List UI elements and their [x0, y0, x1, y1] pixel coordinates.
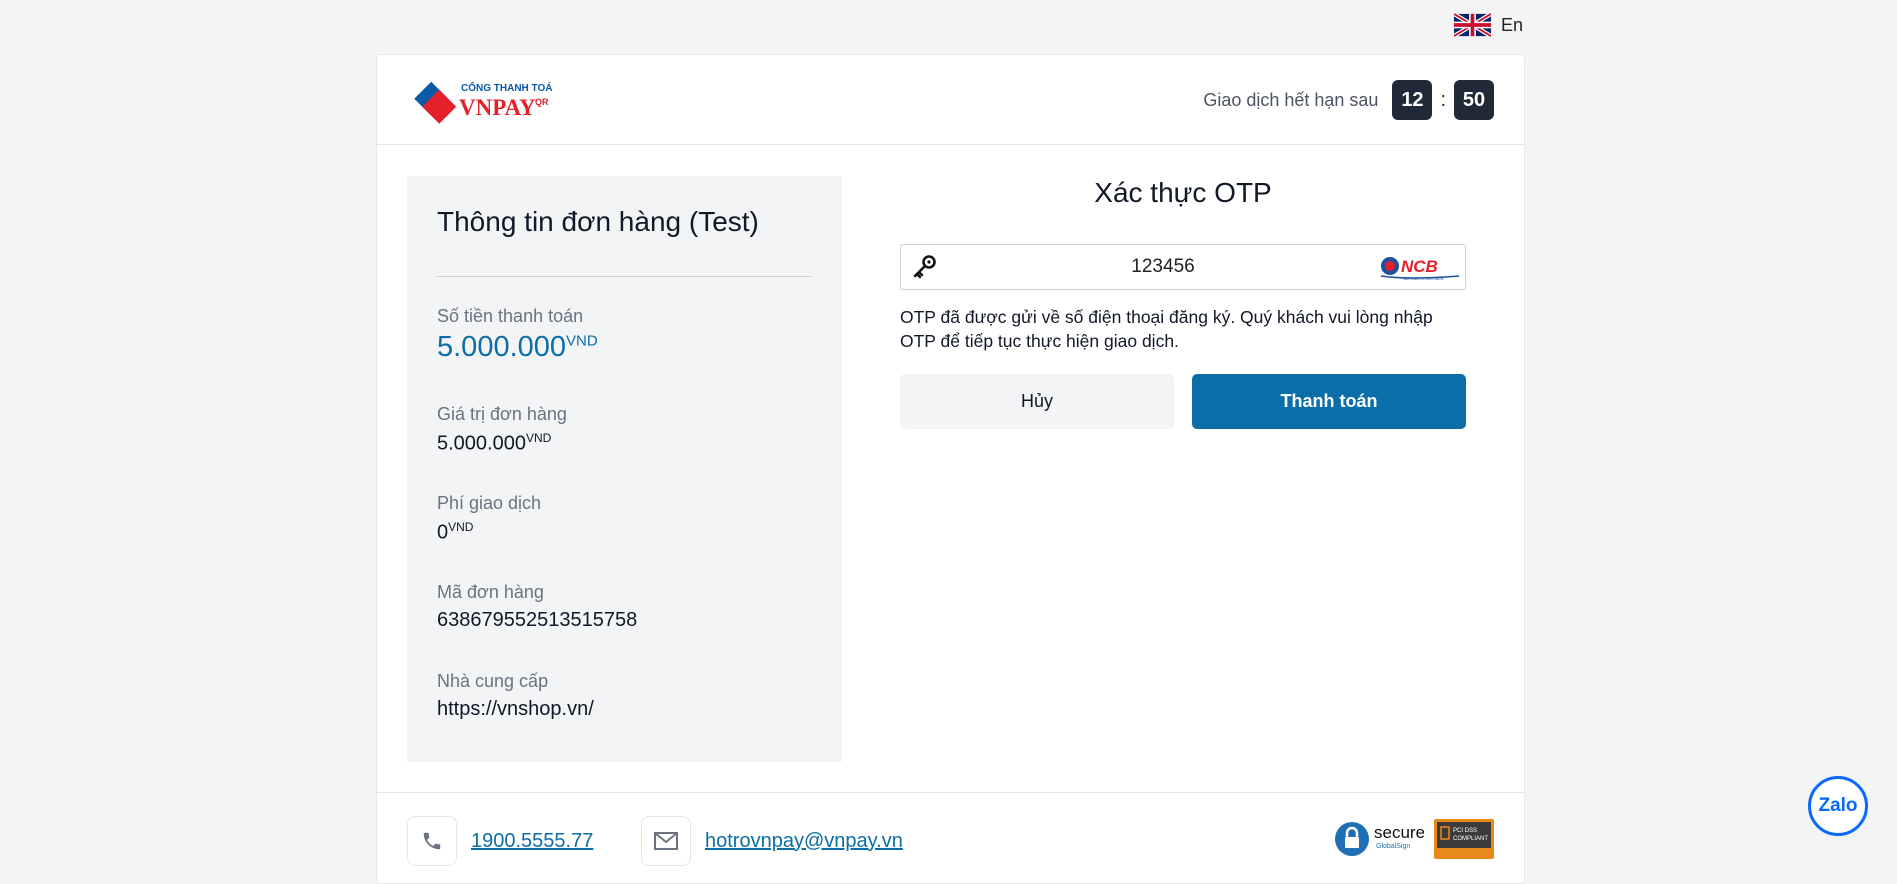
timer-seconds: 50: [1454, 80, 1494, 120]
fee-currency: VND: [448, 520, 474, 534]
order-value-field: Giá trị đơn hàng 5.000.000VND: [437, 404, 567, 456]
fee-label: Phí giao dịch: [437, 493, 542, 513]
fee-field: Phí giao dịch 0VND: [437, 493, 541, 545]
otp-title: Xác thực OTP: [1094, 177, 1272, 208]
email-contact: hotrovnpay@vnpay.vn: [641, 816, 903, 866]
zalo-chat-button[interactable]: Zalo: [1808, 776, 1868, 836]
expiry-timer: Giao dịch hết hạn sau 12 : 50: [1203, 80, 1494, 120]
amount-field: Số tiền thanh toán 5.000.000VND: [437, 306, 598, 364]
order-title: Thông tin đơn hàng (Test): [437, 206, 759, 237]
timer-separator: :: [1440, 88, 1446, 111]
order-id-value: 638679552513515758: [437, 609, 638, 631]
svg-text:GlobalSign: GlobalSign: [1376, 843, 1410, 850]
svg-text:VNPAY: VNPAY: [459, 95, 536, 120]
fee-value: 0VND: [437, 520, 474, 544]
order-value-currency: VND: [525, 431, 552, 445]
key-icon: [913, 255, 936, 279]
email-link[interactable]: hotrovnpay@vnpay.vn: [705, 830, 903, 853]
language-label: En: [1501, 14, 1524, 35]
uk-flag-icon: [1454, 13, 1491, 37]
card-header: CỔNG THANH TOÁN VNPAY QR Giao dịch hết h…: [377, 55, 1524, 145]
pci-dss-badge: PCI DSS COMPLIANT: [1434, 819, 1494, 859]
svg-text:QR: QR: [535, 97, 549, 107]
otp-input[interactable]: [951, 245, 1375, 289]
card-footer: 1900.5555.77 hotrovnpay@vnpay.vn secure …: [377, 792, 1524, 882]
order-divider: [437, 276, 812, 277]
vnpay-logo: CỔNG THANH TOÁN VNPAY QR: [414, 81, 553, 124]
order-value-label: Giá trị đơn hàng: [437, 404, 567, 424]
svg-text:COMPLIANT: COMPLIANT: [1453, 836, 1488, 842]
phone-contact: 1900.5555.77: [407, 816, 593, 866]
order-id-label: Mã đơn hàng: [437, 582, 544, 602]
svg-text:PCI DSS: PCI DSS: [1453, 828, 1477, 834]
globalsign-secure-badge: secure GlobalSign: [1335, 822, 1424, 856]
order-value: 5.000.000VND: [437, 431, 552, 455]
provider-label: Nhà cung cấp: [437, 671, 549, 691]
svg-text:secure: secure: [1374, 823, 1424, 842]
svg-text:NATIONAL CITIZEN BANK: NATIONAL CITIZEN BANK: [1403, 277, 1445, 281]
svg-text:CỔNG THANH TOÁN: CỔNG THANH TOÁN: [461, 81, 553, 94]
language-switch[interactable]: En: [1454, 13, 1523, 37]
expiry-label: Giao dịch hết hạn sau: [1203, 89, 1379, 110]
svg-text:NCB: NCB: [1401, 257, 1438, 276]
otp-field[interactable]: NCB NATIONAL CITIZEN BANK: [900, 244, 1466, 290]
otp-note: OTP đã được gửi về số điện thoại đăng ký…: [900, 307, 1433, 351]
phone-link[interactable]: 1900.5555.77: [471, 830, 593, 853]
timer-minutes: 12: [1392, 80, 1433, 120]
payment-card: CỔNG THANH TOÁN VNPAY QR Giao dịch hết h…: [376, 54, 1525, 884]
phone-icon: [407, 816, 457, 866]
order-info-panel: Thông tin đơn hàng (Test) Số tiền thanh …: [407, 176, 842, 762]
security-badges: secure GlobalSign PCI DSS COMPLIANT: [1334, 819, 1494, 859]
ncb-bank-logo: NCB NATIONAL CITIZEN BANK: [1380, 257, 1460, 281]
amount-label: Số tiền thanh toán: [437, 306, 584, 326]
provider-value: https://vnshop.vn/: [437, 698, 594, 720]
pay-button[interactable]: Thanh toán: [1192, 374, 1466, 429]
amount-currency: VND: [566, 332, 598, 350]
provider-field: Nhà cung cấp https://vnshop.vn/: [437, 671, 594, 721]
order-id-field: Mã đơn hàng 638679552513515758: [437, 582, 637, 632]
amount-value: 5.000.000VND: [437, 331, 598, 363]
mail-icon: [641, 816, 691, 866]
zalo-label: Zalo: [1818, 795, 1858, 816]
cancel-button[interactable]: Hủy: [900, 374, 1174, 429]
